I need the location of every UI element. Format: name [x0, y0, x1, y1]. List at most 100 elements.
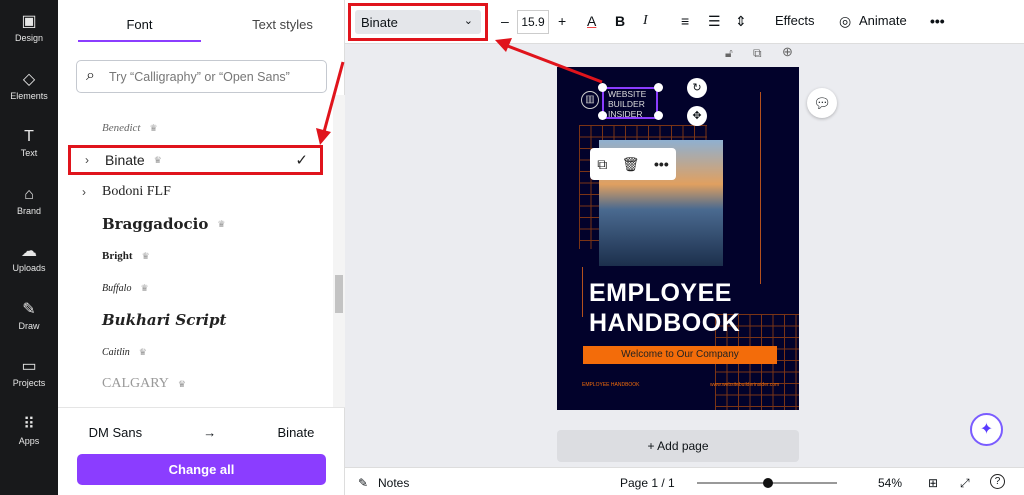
to-font: Binate — [277, 425, 315, 440]
font-replace-row: DM Sans → Binate — [58, 407, 345, 457]
uploads-icon: ☁ — [21, 243, 37, 261]
font-item[interactable]: › Bodoni FLF — [68, 177, 323, 207]
font-item[interactable]: CALGARY ♛ — [68, 369, 323, 399]
left-rail: ▣ Design ◇ Elements T Text ⌂ Brand ☁ Uploads ✎ Draw… — [0, 0, 58, 495]
font-item[interactable]: Bukhari Script — [68, 305, 323, 335]
sidebar-item-uploads[interactable]: ☁ Uploads — [0, 230, 58, 288]
magic-assistant-icon[interactable]: ✦ — [970, 413, 1003, 446]
move-icon[interactable]: ✥ — [687, 106, 707, 126]
sidebar-item-draw[interactable]: ✎ Draw — [0, 288, 58, 346]
chevron-right-icon[interactable]: › — [85, 153, 89, 167]
notes-button[interactable]: Notes — [378, 476, 409, 490]
crown-icon: ♛ — [153, 154, 162, 165]
resize-handle[interactable] — [598, 111, 607, 120]
line-decoration — [760, 92, 761, 284]
tab-font[interactable]: Font — [78, 0, 201, 42]
sidebar-item-design[interactable]: ▣ Design — [0, 0, 58, 58]
resize-handle[interactable] — [598, 83, 607, 92]
effects-button[interactable]: Effects — [775, 13, 815, 28]
font-item[interactable]: Benedict ♛ — [68, 113, 323, 143]
resize-handle[interactable] — [654, 83, 663, 92]
change-all-button[interactable]: Change all — [77, 454, 326, 485]
font-item[interactable]: Bright ♛ — [68, 241, 323, 271]
search-icon: ⌕ — [86, 67, 95, 84]
comment-icon[interactable]: 💬︎ — [807, 88, 837, 118]
font-item[interactable]: Buffalo ♛ — [68, 273, 323, 303]
trash-icon[interactable]: 🗑︎ — [622, 156, 640, 173]
design-icon: ▣ — [21, 13, 37, 31]
crown-icon: ♛ — [138, 346, 147, 357]
bottom-bar: ✎ Notes Page 1 / 1 54% ⊞ ⤢ ? — [345, 467, 1024, 495]
duplicate-page-icon[interactable]: ⧉ — [753, 46, 762, 61]
font-dropdown[interactable]: Binate ⌄ — [348, 3, 488, 41]
from-font: DM Sans — [88, 425, 143, 440]
font-item[interactable]: › Binate ♛ ✓ — [68, 145, 323, 175]
font-list: Benedict ♛ › Binate ♛ ✓ › Bodoni FLF Braggadocio… — [58, 95, 345, 407]
text-icon: T — [24, 128, 34, 146]
increase-size-button[interactable]: + — [558, 13, 566, 29]
italic-icon[interactable]: I — [643, 13, 648, 29]
crown-icon: ♛ — [141, 250, 150, 261]
crown-icon: ♛ — [217, 218, 226, 229]
sidebar-item-text[interactable]: T Text — [0, 115, 58, 173]
grid-view-icon[interactable]: ⊞ — [928, 476, 938, 490]
scrollbar[interactable] — [333, 95, 345, 407]
decrease-size-button[interactable]: – — [501, 13, 509, 29]
page-indicator[interactable]: Page 1 / 1 — [620, 476, 675, 490]
subtitle-banner[interactable]: Welcome to Our Company — [583, 346, 777, 364]
font-item[interactable]: Braggadocio ♛ — [68, 209, 323, 239]
rotate-icon[interactable]: ↻ — [687, 78, 707, 98]
sidebar-item-brand[interactable]: ⌂ Brand — [0, 173, 58, 231]
add-page-button[interactable]: + Add page — [557, 430, 799, 462]
help-button[interactable]: ? — [990, 474, 1005, 489]
logo-icon: ▥ — [581, 91, 599, 109]
arrow-right-icon: → — [203, 425, 217, 440]
check-icon: ✓ — [295, 152, 308, 169]
projects-icon: ▭ — [21, 358, 37, 376]
text-color-icon[interactable]: A — [587, 13, 596, 29]
toolbar: Binate ⌄ – 15.9 + A B I ≡ ☰ ⇕ Effects ◎ A… — [345, 0, 1024, 44]
logo-text-selected[interactable]: WEBSITE BUILDER INSIDER — [602, 87, 658, 119]
font-size-input[interactable]: 15.9 — [517, 10, 549, 34]
bold-icon[interactable]: B — [615, 13, 625, 29]
context-menu: ⧉ 🗑︎ ••• — [590, 148, 676, 180]
crown-icon: ♛ — [140, 282, 149, 293]
draw-icon: ✎ — [22, 300, 36, 318]
lock-icon[interactable]: 🔓︎ — [725, 46, 733, 61]
sidebar-item-projects[interactable]: ▭ Projects — [0, 345, 58, 403]
duplicate-icon[interactable]: ⧉ — [597, 156, 607, 173]
crown-icon: ♛ — [177, 378, 186, 389]
zoom-slider[interactable] — [697, 478, 837, 488]
chevron-right-icon[interactable]: › — [82, 185, 86, 199]
zoom-level[interactable]: 54% — [878, 476, 902, 490]
elements-icon: ◇ — [22, 70, 36, 88]
line-decoration — [582, 267, 583, 317]
tab-text-styles[interactable]: Text styles — [221, 0, 344, 42]
list-icon[interactable]: ☰ — [708, 13, 721, 30]
handbook-title[interactable]: EMPLOYEE HANDBOOK — [589, 278, 740, 338]
align-icon[interactable]: ≡ — [681, 13, 689, 29]
footer-right[interactable]: www.websitebuilderinsider.com — [710, 382, 779, 388]
add-page-icon[interactable]: ⊕ — [782, 44, 793, 60]
animate-icon[interactable]: ◎ — [839, 13, 851, 30]
brand-icon: ⌂ — [24, 185, 34, 203]
spacing-icon[interactable]: ⇕ — [735, 13, 747, 30]
font-search-input[interactable]: ⌕ Try “Calligraphy” or “Open Sans” — [76, 60, 327, 93]
resize-handle[interactable] — [654, 111, 663, 120]
animate-button[interactable]: Animate — [859, 13, 907, 28]
font-panel: Font Text styles ⌕ Try “Calligraphy” or … — [58, 0, 345, 495]
design-page[interactable]: ▥ WEBSITE BUILDER INSIDER ↻ ✥ ⧉ 🗑︎ ••• E… — [557, 67, 799, 410]
more-icon[interactable]: ••• — [654, 156, 669, 172]
footer-left[interactable]: EMPLOYEE HANDBOOK — [582, 382, 640, 388]
zoom-slider-knob[interactable] — [762, 478, 773, 488]
sidebar-item-elements[interactable]: ◇ Elements — [0, 58, 58, 116]
more-icon[interactable]: ••• — [930, 13, 945, 29]
crown-icon: ♛ — [149, 122, 158, 133]
notes-icon[interactable]: ✎ — [358, 476, 368, 490]
chevron-down-icon: ⌄ — [463, 15, 473, 27]
sidebar-item-apps[interactable]: ⠿ Apps — [0, 403, 58, 461]
fullscreen-icon[interactable]: ⤢ — [960, 476, 970, 491]
scrollbar-thumb[interactable] — [335, 275, 343, 313]
apps-icon: ⠿ — [23, 415, 35, 433]
font-item[interactable]: Caitlin ♛ — [68, 337, 323, 367]
